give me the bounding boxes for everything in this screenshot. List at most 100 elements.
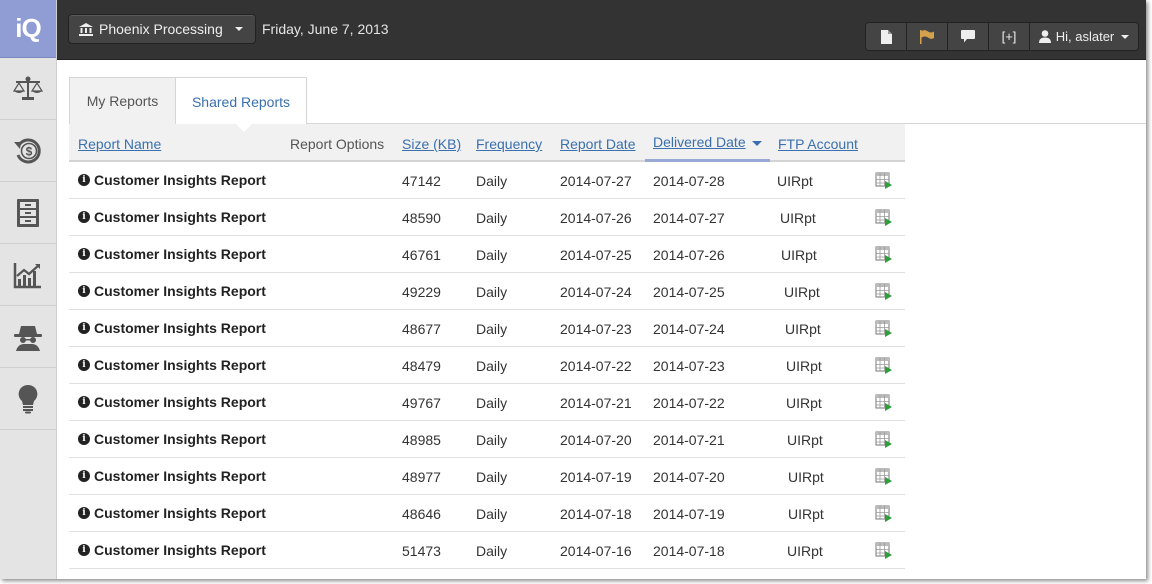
header-size[interactable]: Size (KB) [402, 136, 461, 152]
report-date: 2014-07-23 [560, 321, 632, 337]
lightbulb-icon [18, 384, 38, 413]
spreadsheet-download-icon [875, 542, 892, 559]
tab-shared-reports[interactable]: Shared Reports [175, 77, 307, 125]
environment-label: Phoenix Processing [99, 21, 223, 37]
delivered-date: 2014-07-25 [653, 284, 725, 300]
info-icon[interactable]: i [78, 396, 90, 408]
expand-button[interactable]: [+] [989, 23, 1030, 50]
sidebar-item-files[interactable] [0, 182, 56, 244]
download-report-button[interactable] [875, 505, 893, 526]
table-row: i Customer Insights Report 48677 Daily 2… [69, 310, 905, 347]
download-report-button[interactable] [875, 283, 893, 304]
report-size: 47142 [402, 173, 441, 189]
download-report-button[interactable] [875, 542, 893, 563]
app-logo[interactable]: iQ [0, 0, 56, 58]
sidebar-item-compliance[interactable] [0, 58, 56, 120]
ftp-account: UIRpt [784, 284, 820, 300]
info-icon[interactable]: i [78, 507, 90, 519]
report-name-cell[interactable]: i Customer Insights Report [78, 542, 266, 558]
info-icon[interactable]: i [78, 285, 90, 297]
report-date: 2014-07-24 [560, 284, 632, 300]
scales-icon [13, 76, 43, 100]
report-frequency: Daily [476, 247, 508, 263]
download-report-button[interactable] [875, 431, 893, 452]
header-report-name[interactable]: Report Name [78, 136, 161, 152]
app-window: iQ $ Phoenix Processing Friday, June 7, … [0, 0, 1146, 579]
info-icon[interactable]: i [78, 174, 90, 186]
table-row: i Customer Insights Report 47142 Daily 2… [69, 162, 905, 199]
ftp-account: UIRpt [785, 321, 821, 337]
info-icon[interactable]: i [78, 211, 90, 223]
info-icon[interactable]: i [78, 322, 90, 334]
report-name-cell[interactable]: i Customer Insights Report [78, 431, 266, 447]
info-icon[interactable]: i [78, 248, 90, 260]
report-name: Customer Insights Report [94, 246, 266, 262]
download-report-button[interactable] [875, 468, 893, 489]
report-name-cell[interactable]: i Customer Insights Report [78, 320, 266, 336]
report-date: 2014-07-22 [560, 358, 632, 374]
table-row: i Customer Insights Report 46761 Daily 2… [69, 236, 905, 273]
delivered-date: 2014-07-19 [653, 506, 725, 522]
report-name-cell[interactable]: i Customer Insights Report [78, 209, 266, 225]
report-name: Customer Insights Report [94, 357, 266, 373]
report-name: Customer Insights Report [94, 542, 266, 558]
chevron-down-icon [1121, 34, 1130, 39]
report-size: 48590 [402, 210, 441, 226]
report-name-cell[interactable]: i Customer Insights Report [78, 505, 266, 521]
flag-button[interactable] [907, 23, 948, 50]
report-name: Customer Insights Report [94, 209, 266, 225]
file-cabinet-icon [17, 198, 39, 227]
sidebar-item-investigation[interactable] [0, 306, 56, 368]
delivered-date: 2014-07-27 [653, 210, 725, 226]
spreadsheet-download-icon [875, 283, 892, 300]
info-icon[interactable]: i [78, 359, 90, 371]
download-report-button[interactable] [875, 172, 893, 193]
header-report-date[interactable]: Report Date [560, 136, 635, 152]
report-name-cell[interactable]: i Customer Insights Report [78, 468, 266, 484]
download-report-button[interactable] [875, 209, 893, 230]
comment-button[interactable] [948, 23, 989, 50]
download-report-button[interactable] [875, 246, 893, 267]
tab-my-reports[interactable]: My Reports [69, 77, 176, 124]
header-ftp-account[interactable]: FTP Account [778, 136, 858, 152]
report-size: 51473 [402, 543, 441, 559]
document-button[interactable] [866, 23, 907, 50]
table-body: i Customer Insights Report 47142 Daily 2… [69, 162, 905, 569]
header-delivered-date[interactable]: Delivered Date [653, 134, 762, 150]
ftp-account: UIRpt [788, 469, 824, 485]
sidebar-item-ideas[interactable] [0, 368, 56, 430]
user-menu-button[interactable]: Hi, aslater [1030, 23, 1138, 50]
report-frequency: Daily [476, 469, 508, 485]
report-name-cell[interactable]: i Customer Insights Report [78, 246, 266, 262]
info-icon[interactable]: i [78, 433, 90, 445]
report-date: 2014-07-20 [560, 432, 632, 448]
ftp-account: UIRpt [787, 543, 823, 559]
table-row: i Customer Insights Report 48646 Daily 2… [69, 495, 905, 532]
report-date: 2014-07-16 [560, 543, 632, 559]
document-icon [880, 29, 892, 44]
comment-icon [961, 30, 975, 43]
report-name-cell[interactable]: i Customer Insights Report [78, 172, 266, 188]
download-report-button[interactable] [875, 320, 893, 341]
spreadsheet-download-icon [875, 394, 892, 411]
report-date: 2014-07-19 [560, 469, 632, 485]
report-name-cell[interactable]: i Customer Insights Report [78, 394, 266, 410]
current-date: Friday, June 7, 2013 [262, 21, 389, 37]
environment-selector-button[interactable]: Phoenix Processing [68, 14, 256, 44]
report-name: Customer Insights Report [94, 283, 266, 299]
info-icon[interactable]: i [78, 470, 90, 482]
info-icon[interactable]: i [78, 544, 90, 556]
report-name-cell[interactable]: i Customer Insights Report [78, 357, 266, 373]
table-row: i Customer Insights Report 48590 Daily 2… [69, 199, 905, 236]
report-name-cell[interactable]: i Customer Insights Report [78, 283, 266, 299]
reports-table: Report Name Report Options Size (KB) Fre… [69, 124, 905, 569]
sidebar-item-analytics[interactable] [0, 244, 56, 306]
report-size: 48479 [402, 358, 441, 374]
download-report-button[interactable] [875, 357, 893, 378]
download-report-button[interactable] [875, 394, 893, 415]
sidebar-item-billing[interactable]: $ [0, 120, 56, 182]
toolbar: [+] Hi, aslater [865, 22, 1139, 51]
ftp-account: UIRpt [786, 395, 822, 411]
report-name: Customer Insights Report [94, 431, 266, 447]
header-frequency[interactable]: Frequency [476, 136, 542, 152]
